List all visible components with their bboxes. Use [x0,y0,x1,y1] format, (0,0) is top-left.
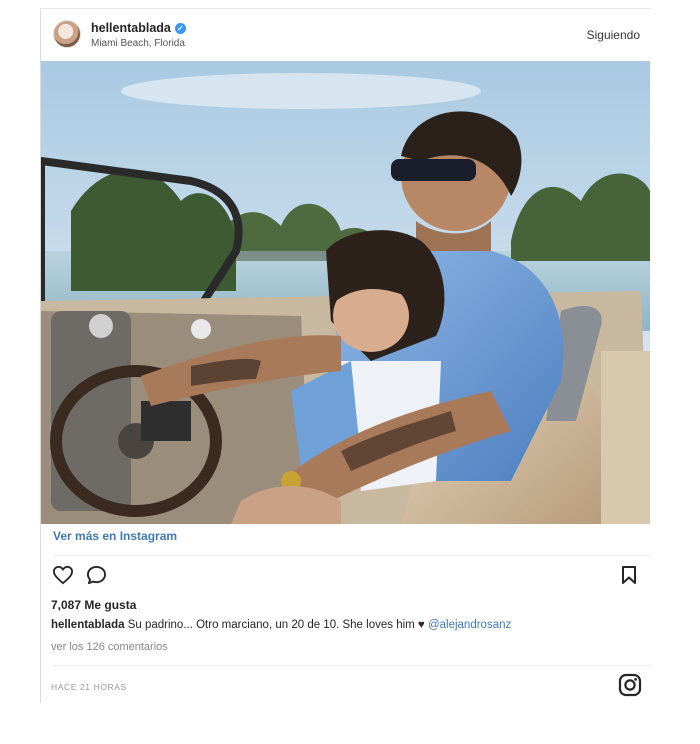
action-bar [41,561,650,591]
boat-photo-image [41,61,650,524]
heart-emoji-icon: ♥ [417,619,425,631]
view-comments-link[interactable]: ver los 126 comentarios [51,641,168,653]
heart-outline-icon[interactable] [52,565,74,590]
bookmark-icon[interactable] [621,565,637,590]
speech-bubble-icon[interactable] [86,565,107,590]
caption: hellentablada Su padrino... Otro marcian… [51,619,511,631]
divider [53,665,650,666]
view-more-on-instagram-link[interactable]: Ver más en Instagram [53,529,177,543]
divider [53,555,650,556]
location-link[interactable]: Miami Beach, Florida [91,38,185,49]
post-timestamp[interactable]: HACE 21 HORAS [51,682,127,692]
following-button[interactable]: Siguiendo [587,28,640,42]
verified-badge-icon: ✓ [174,23,186,34]
likes-count[interactable]: 7,087 Me gusta [51,598,136,612]
instagram-icon[interactable] [618,673,642,702]
username-link[interactable]: hellentablada ✓ [91,21,186,35]
avatar[interactable] [53,20,81,48]
caption-text: Su padrino... Otro marciano, un 20 de 10… [124,619,418,631]
caption-username[interactable]: hellentablada [51,619,125,631]
post-photo[interactable] [41,61,650,524]
username-text[interactable]: hellentablada [91,21,171,35]
mention-link[interactable]: @alejandrosanz [428,619,511,631]
post-header: hellentablada ✓ Miami Beach, Florida Sigu… [41,9,650,61]
instagram-post-card: hellentablada ✓ Miami Beach, Florida Sigu… [40,8,650,703]
